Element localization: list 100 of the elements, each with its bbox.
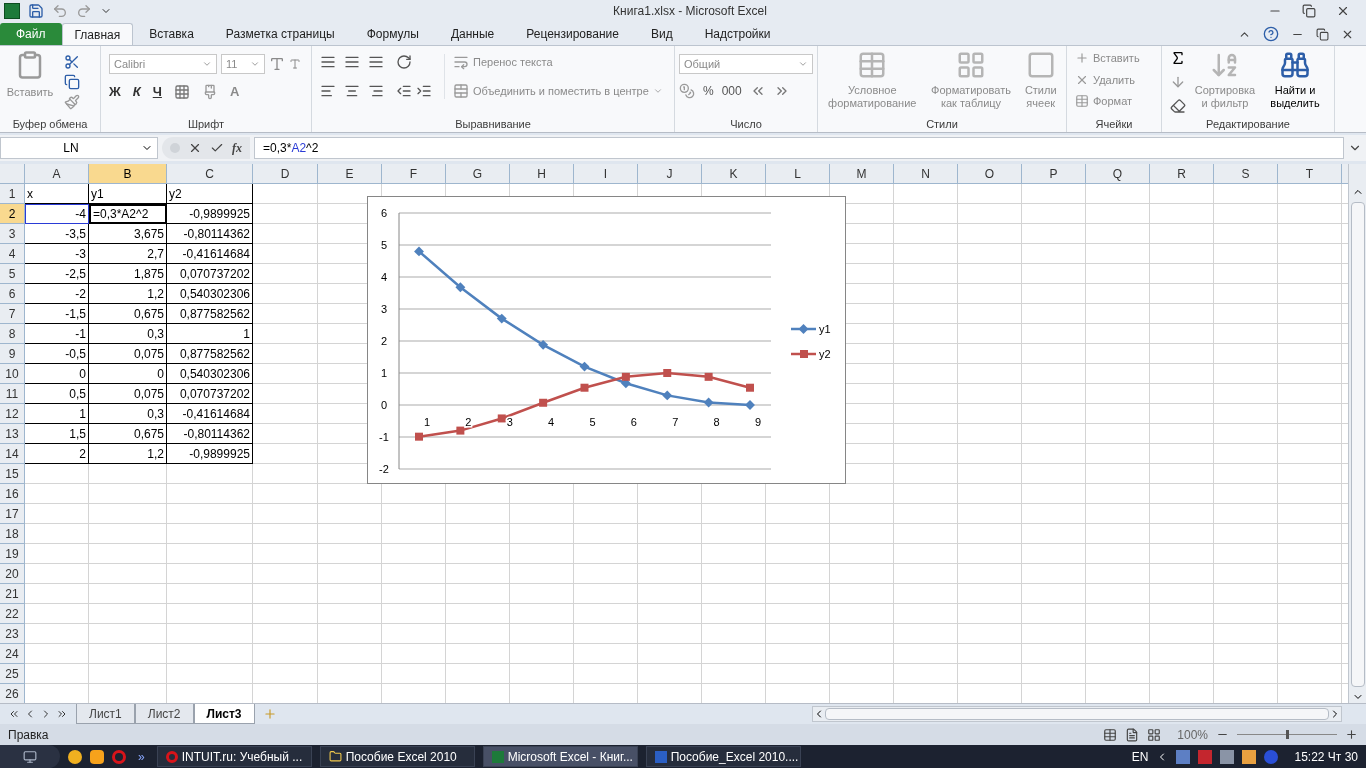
- column-header[interactable]: J: [638, 164, 702, 183]
- format-cells-icon[interactable]: [1075, 94, 1089, 109]
- save-icon[interactable]: [28, 3, 44, 19]
- column-header[interactable]: E: [318, 164, 382, 183]
- table-cell[interactable]: -0,5: [25, 344, 89, 364]
- table-cell[interactable]: 0,5: [25, 384, 89, 404]
- table-cell[interactable]: -3,5: [25, 224, 89, 244]
- start-button[interactable]: [0, 745, 60, 768]
- row-header[interactable]: 7: [0, 304, 25, 324]
- table-cell[interactable]: 2: [25, 444, 89, 464]
- cancel-icon[interactable]: [188, 141, 202, 155]
- borders-icon[interactable]: [173, 83, 190, 100]
- autosum-icon[interactable]: [1170, 50, 1186, 66]
- row-header[interactable]: 19: [0, 544, 25, 564]
- table-cell[interactable]: -0,41614684: [167, 244, 253, 264]
- row-header[interactable]: 18: [0, 524, 25, 544]
- column-header[interactable]: Q: [1086, 164, 1150, 183]
- row-header[interactable]: 1: [0, 184, 25, 204]
- tray-icon[interactable]: [1176, 749, 1191, 764]
- name-box[interactable]: LN: [0, 137, 158, 159]
- row-header[interactable]: 24: [0, 644, 25, 664]
- table-cell[interactable]: -2,5: [25, 264, 89, 284]
- font-name-field[interactable]: Calibri: [109, 54, 217, 74]
- align-bottom-icon[interactable]: [368, 54, 384, 70]
- row-header[interactable]: 14: [0, 444, 25, 464]
- row-header[interactable]: 13: [0, 424, 25, 444]
- table-cell[interactable]: 0,675: [89, 304, 167, 324]
- taskbar-button[interactable]: Microsoft Excel - Книг...: [482, 746, 638, 767]
- ribbon-tab[interactable]: Вставка: [133, 23, 210, 45]
- row-header[interactable]: 3: [0, 224, 25, 244]
- table-cell[interactable]: -1,5: [25, 304, 89, 324]
- column-header[interactable]: L: [766, 164, 830, 183]
- ribbon-tab[interactable]: Надстройки: [688, 23, 787, 45]
- row-header[interactable]: 25: [0, 664, 25, 684]
- table-cell[interactable]: 0,877582562: [167, 344, 253, 364]
- table-cell[interactable]: 1,5: [25, 424, 89, 444]
- grow-font-icon[interactable]: [269, 56, 285, 72]
- column-header[interactable]: C: [167, 164, 253, 183]
- table-cell[interactable]: y1: [89, 184, 167, 204]
- column-header[interactable]: T: [1278, 164, 1342, 183]
- shrink-font-icon[interactable]: [289, 58, 301, 70]
- table-cell[interactable]: 0,070737202: [167, 264, 253, 284]
- table-cell[interactable]: -0,41614684: [167, 404, 253, 424]
- table-cell[interactable]: -3: [25, 244, 89, 264]
- align-top-icon[interactable]: [320, 54, 336, 70]
- font-style-button[interactable]: Ж: [109, 82, 121, 102]
- page-layout-icon[interactable]: [1125, 727, 1140, 742]
- taskbar-button[interactable]: Пособие_Excel 2010....: [645, 746, 801, 767]
- formula-field[interactable]: =0,3*A2^2: [254, 137, 1344, 159]
- table-cell[interactable]: -0,9899925: [167, 204, 253, 224]
- row-header[interactable]: 23: [0, 624, 25, 644]
- font-style-button[interactable]: К: [132, 82, 141, 102]
- column-header[interactable]: M: [830, 164, 894, 183]
- undo-icon[interactable]: [52, 3, 68, 19]
- fill-icon[interactable]: [1170, 74, 1186, 90]
- table-cell[interactable]: 0,540302306: [167, 284, 253, 304]
- table-cell[interactable]: 1: [167, 324, 253, 344]
- sheet-tab[interactable]: Лист2: [134, 704, 194, 724]
- tray-icon[interactable]: [1242, 749, 1257, 764]
- table-cell[interactable]: 0,070737202: [167, 384, 253, 404]
- row-header[interactable]: 6: [0, 284, 25, 304]
- table-cell[interactable]: 1,2: [89, 444, 167, 464]
- find-select-button[interactable]: Найти и выделить: [1264, 50, 1326, 114]
- row-header[interactable]: 12: [0, 404, 25, 424]
- wrap-text-icon[interactable]: [453, 54, 469, 71]
- table-cell[interactable]: 0,3: [89, 404, 167, 424]
- row-header[interactable]: 20: [0, 564, 25, 584]
- eraser-icon[interactable]: [1170, 98, 1186, 114]
- table-cell[interactable]: 3,675: [89, 224, 167, 244]
- table-cell[interactable]: 0: [25, 364, 89, 384]
- ribbon-tab[interactable]: Файл: [0, 23, 62, 45]
- row-header[interactable]: 17: [0, 504, 25, 524]
- table-cell[interactable]: -0,80114362: [167, 424, 253, 444]
- ribbon-tab[interactable]: Формулы: [350, 23, 435, 45]
- number-style-button[interactable]: %: [703, 82, 714, 100]
- column-header[interactable]: P: [1022, 164, 1086, 183]
- column-header[interactable]: H: [510, 164, 574, 183]
- normal-view-icon[interactable]: [1103, 727, 1118, 742]
- redo-icon[interactable]: [76, 3, 92, 19]
- column-header[interactable]: O: [958, 164, 1022, 183]
- column-header[interactable]: R: [1150, 164, 1214, 183]
- row-header[interactable]: 2: [0, 204, 25, 224]
- column-header[interactable]: G: [446, 164, 510, 183]
- column-header[interactable]: I: [574, 164, 638, 183]
- table-cell[interactable]: 0,075: [89, 384, 167, 404]
- row-header[interactable]: 21: [0, 584, 25, 604]
- table-cell[interactable]: -0,80114362: [167, 224, 253, 244]
- table-cell[interactable]: 1,875: [89, 264, 167, 284]
- row-header[interactable]: 16: [0, 484, 25, 504]
- ribbon-tab[interactable]: Данные: [434, 23, 511, 45]
- row-header[interactable]: 4: [0, 244, 25, 264]
- zoom-in-icon[interactable]: [1345, 728, 1358, 741]
- zoom-slider[interactable]: [1237, 729, 1337, 740]
- taskbar-button[interactable]: Пособие Excel 2010: [319, 746, 475, 767]
- launcher-icon[interactable]: [90, 749, 104, 764]
- table-cell[interactable]: =0,3*A2^2: [89, 204, 167, 224]
- ribbon-tab[interactable]: Рецензирование: [510, 23, 635, 45]
- column-header[interactable]: S: [1214, 164, 1278, 183]
- enter-icon[interactable]: [210, 141, 224, 155]
- copy-icon[interactable]: [64, 74, 80, 90]
